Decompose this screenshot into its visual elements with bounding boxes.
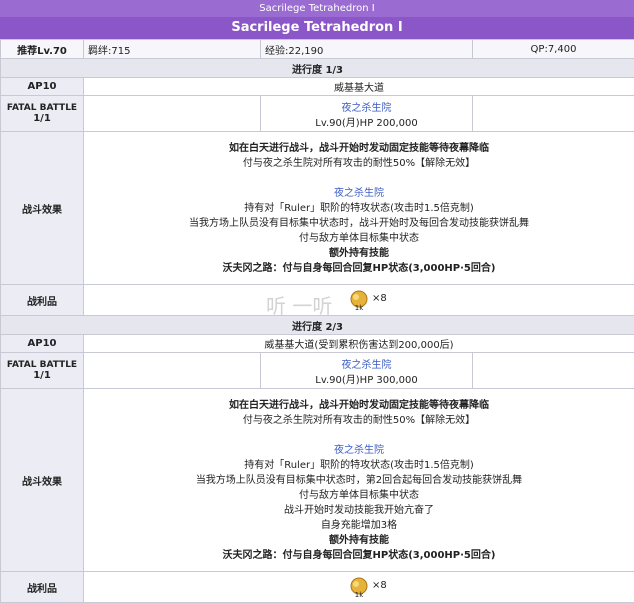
effect-line (88, 171, 630, 186)
fatal-battle-label: FATAL BATTLE 1/1 (1, 96, 84, 132)
enemy-name[interactable]: 夜之杀生院 (265, 99, 468, 114)
loot-label: 战利品 (1, 572, 84, 603)
fatal-battle-row: FATAL BATTLE 1/1 夜之杀生院 Lv.90(月)HP 200,00… (1, 96, 634, 132)
loot-count: ×8 (372, 293, 387, 304)
loot-cell: 1k ×8 (84, 285, 634, 316)
stage-title: 进行度 1/3 (1, 59, 634, 78)
location: 威基基大道 (84, 78, 634, 96)
exp-value: 经验:22,190 (261, 40, 473, 59)
effect-label: 战斗效果 (1, 389, 84, 572)
loot-icon-label: 1k (355, 304, 364, 311)
effect-line[interactable]: 夜之杀生院 (88, 443, 630, 458)
effect-line: 如在白天进行战斗，战斗开始时发动固定技能等待夜幕降临 (88, 398, 630, 413)
quest-info-row: 推荐Lv.70 羁绊:715 经验:22,190 QP:7,400 (1, 40, 634, 59)
effect-line: 持有对「Ruler」职阶的特攻状态(攻击时1.5倍克制) (88, 458, 630, 473)
empty-cell (473, 96, 634, 132)
fatal-battle-title: FATAL BATTLE (5, 360, 79, 370)
loot-count: ×8 (372, 580, 387, 591)
fatal-battle-count: 1/1 (5, 370, 79, 381)
effect-line: 自身充能增加3格 (88, 518, 630, 533)
effect-line: 如在白天进行战斗，战斗开始时发动固定技能等待夜幕降临 (88, 141, 630, 156)
effect-line: 当我方场上队员没有目标集中状态时，第2回合起每回合发动技能获饼乱舞 (88, 473, 630, 488)
fatal-battle-title: FATAL BATTLE (5, 103, 79, 113)
loot-item[interactable]: 1k ×8 (88, 572, 630, 602)
fatal-battle-label: FATAL BATTLE 1/1 (1, 353, 84, 389)
effect-row: 战斗效果 如在白天进行战斗，战斗开始时发动固定技能等待夜幕降临 付与夜之杀生院对… (1, 389, 634, 572)
effect-line: 付与敌方单体目标集中状态 (88, 231, 630, 246)
stage-header: 进行度 1/3 (1, 59, 634, 78)
effect-line: 持有对「Ruler」职阶的特攻状态(攻击时1.5倍克制) (88, 201, 630, 216)
location: 威基基大道(受到累积伤害达到200,000后) (84, 335, 634, 353)
loot-icon-label: 1k (355, 591, 364, 598)
effect-list: 如在白天进行战斗，战斗开始时发动固定技能等待夜幕降临 付与夜之杀生院对所有攻击的… (84, 389, 634, 572)
recommended-level: 推荐Lv.70 (1, 40, 84, 59)
fatal-battle-row: FATAL BATTLE 1/1 夜之杀生院 Lv.90(月)HP 300,00… (1, 353, 634, 389)
enemy-cell: 夜之杀生院 Lv.90(月)HP 300,000 (261, 353, 473, 389)
effect-list: 如在白天进行战斗，战斗开始时发动固定技能等待夜幕降临 付与夜之杀生院对所有攻击的… (84, 132, 634, 285)
quest-title: Sacrilege Tetrahedron Ⅰ (0, 17, 634, 39)
effect-line: 沃夫冈之路：付与自身每回合回复HP状态(3,000HP·5回合) (88, 261, 630, 276)
loot-row: 战利品 1k ×8 (1, 572, 634, 603)
loot-label: 战利品 (1, 285, 84, 316)
enemy-cell: 夜之杀生院 Lv.90(月)HP 200,000 (261, 96, 473, 132)
effect-label: 战斗效果 (1, 132, 84, 285)
quest-table: 推荐Lv.70 羁绊:715 经验:22,190 QP:7,400 进行度 1/… (0, 39, 634, 603)
effect-row: 战斗效果 如在白天进行战斗，战斗开始时发动固定技能等待夜幕降临 付与夜之杀生院对… (1, 132, 634, 285)
empty-cell (84, 353, 261, 389)
quest-small-title: Sacrilege Tetrahedron Ⅰ (0, 0, 634, 17)
effect-line: 额外持有技能 (88, 533, 630, 548)
coin-bag-icon: 1k (348, 289, 370, 311)
coin-bag-icon: 1k (348, 576, 370, 598)
enemy-stats: Lv.90(月)HP 300,000 (265, 371, 468, 386)
ap-label: AP10 (1, 78, 84, 96)
effect-line: 额外持有技能 (88, 246, 630, 261)
fatal-battle-count: 1/1 (5, 113, 79, 124)
effect-line: 沃夫冈之路：付与自身每回合回复HP状态(3,000HP·5回合) (88, 548, 630, 563)
effect-line: 付与夜之杀生院对所有攻击的耐性50%【解除无效】 (88, 413, 630, 428)
empty-cell (84, 96, 261, 132)
ap-label: AP10 (1, 335, 84, 353)
loot-cell: 1k ×8 (84, 572, 634, 603)
effect-line: 付与敌方单体目标集中状态 (88, 488, 630, 503)
effect-line: 战斗开始时发动技能我开始亢奋了 (88, 503, 630, 518)
empty-cell (473, 353, 634, 389)
watermark: 听 一听 (266, 290, 332, 319)
ap-row: AP10 威基基大道(受到累积伤害达到200,000后) (1, 335, 634, 353)
enemy-name[interactable]: 夜之杀生院 (265, 356, 468, 371)
qp-value: QP:7,400 (473, 40, 634, 59)
effect-line[interactable]: 夜之杀生院 (88, 186, 630, 201)
ap-row: AP10 威基基大道 (1, 78, 634, 96)
enemy-stats: Lv.90(月)HP 200,000 (265, 114, 468, 129)
effect-line: 付与夜之杀生院对所有攻击的耐性50%【解除无效】 (88, 156, 630, 171)
loot-item[interactable]: 1k ×8 (88, 285, 630, 315)
page: Sacrilege Tetrahedron Ⅰ Sacrilege Tetrah… (0, 0, 634, 602)
effect-line: 当我方场上队员没有目标集中状态时，战斗开始时及每回合发动技能获饼乱舞 (88, 216, 630, 231)
bond-value: 羁绊:715 (84, 40, 261, 59)
effect-line (88, 428, 630, 443)
